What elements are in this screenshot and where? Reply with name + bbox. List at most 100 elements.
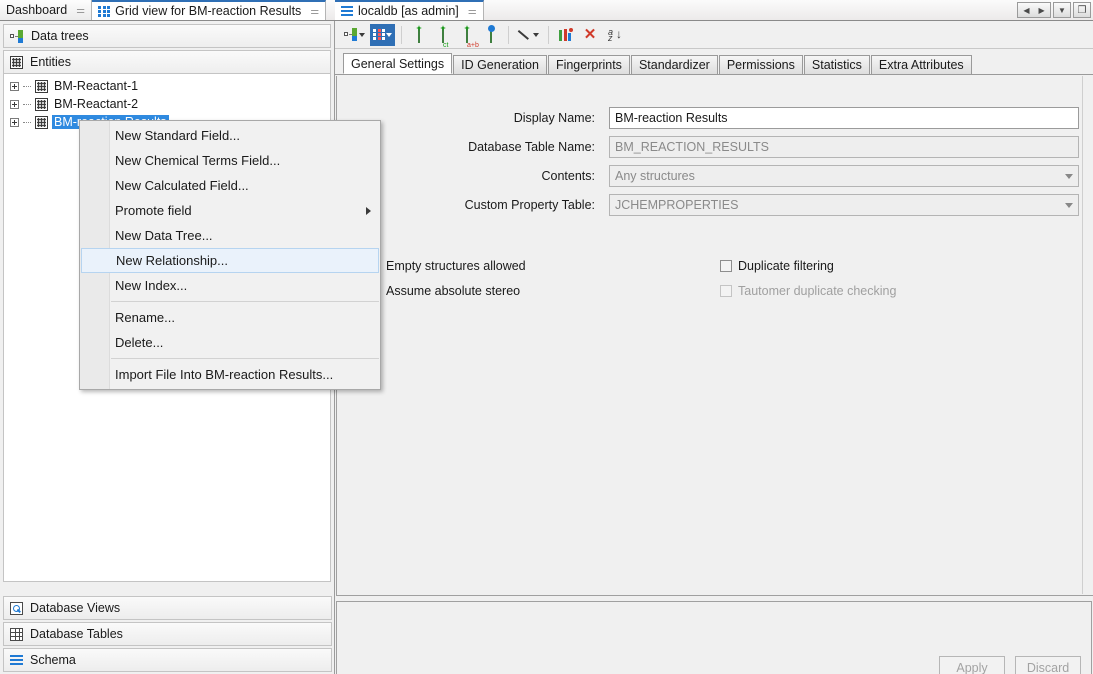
section-label: Entities	[30, 55, 71, 69]
schema-lines-icon	[10, 655, 23, 665]
chevron-down-icon	[386, 33, 392, 37]
tree-item-bm-reactant-1[interactable]: BM-Reactant-1	[4, 77, 330, 95]
data-tree-icon	[10, 30, 24, 43]
scroll-left-arrow-icon[interactable]: ◀	[1023, 6, 1029, 15]
window-tab-dashboard[interactable]: Dashboard ⚌	[0, 0, 92, 20]
section-header-entities[interactable]: Entities	[3, 50, 331, 74]
menu-item-new-index[interactable]: New Index...	[80, 273, 380, 298]
field-label-display-name: Display Name:	[514, 111, 595, 125]
table-icon	[35, 116, 48, 129]
button-database-tables[interactable]: Database Tables	[3, 622, 332, 646]
tree-item-label: BM-Reactant-2	[52, 97, 140, 111]
close-icon[interactable]: ⚌	[468, 6, 476, 17]
tree-item-bm-reactant-2[interactable]: BM-Reactant-2	[4, 95, 330, 113]
relationship-arrow-dropdown-button[interactable]	[515, 24, 542, 46]
tab-permissions[interactable]: Permissions	[719, 55, 803, 74]
checkbox-box	[720, 285, 732, 297]
menu-item-label: New Calculated Field...	[115, 178, 249, 193]
delete-button[interactable]: ✕	[579, 24, 601, 46]
menu-item-label: New Index...	[115, 278, 187, 293]
table-dot-icon	[490, 28, 492, 42]
expand-icon[interactable]	[10, 118, 19, 127]
expand-icon[interactable]	[10, 100, 19, 109]
menu-item-promote-field[interactable]: Promote field	[80, 198, 380, 223]
maximize-restore-button[interactable]: ❐	[1073, 2, 1091, 18]
display-name-input[interactable]	[609, 107, 1079, 129]
chevron-down-icon	[1065, 174, 1073, 179]
new-chemical-terms-field-button[interactable]: ct	[432, 24, 454, 46]
close-icon[interactable]: ⚌	[76, 5, 84, 16]
toolbar-separator	[548, 26, 549, 44]
checkbox-box[interactable]	[720, 260, 732, 272]
tree-connector	[23, 86, 31, 87]
checkbox-empty-structures-allowed[interactable]: Empty structures allowed	[368, 259, 526, 273]
restore-window-icon: ❐	[1078, 5, 1087, 16]
left-window-tabstrip: Dashboard ⚌ Grid view for BM-reaction Re…	[0, 0, 335, 21]
expand-icon[interactable]	[10, 82, 19, 91]
tab-label: Statistics	[812, 58, 862, 72]
menu-item-delete[interactable]: Delete...	[80, 330, 380, 355]
menu-item-label: Import File Into BM-reaction Results...	[115, 367, 333, 382]
tab-list-dropdown-button[interactable]: ▼	[1053, 2, 1071, 18]
checkbox-label: Tautomer duplicate checking	[738, 284, 896, 298]
tab-standardizer[interactable]: Standardizer	[631, 55, 718, 74]
button-database-views[interactable]: Database Views	[3, 596, 332, 620]
menu-item-label: New Relationship...	[116, 253, 228, 268]
close-icon[interactable]: ⚌	[310, 6, 318, 17]
new-table-button[interactable]	[408, 24, 430, 46]
statistics-button[interactable]	[555, 24, 577, 46]
menu-item-new-calculated-field[interactable]: New Calculated Field...	[80, 173, 380, 198]
window-tab-label: Dashboard	[6, 4, 67, 17]
menu-item-new-standard-field[interactable]: New Standard Field...	[80, 123, 380, 148]
field-label-contents: Contents:	[541, 169, 595, 183]
menu-item-import-file[interactable]: Import File Into BM-reaction Results...	[80, 362, 380, 387]
checkbox-label: Empty structures allowed	[386, 259, 526, 273]
right-window-tabstrip: localdb [as admin] ⚌ ◀ ▶ ▼ ❐	[335, 0, 1093, 21]
button-label: Database Views	[30, 601, 120, 615]
tab-label: Fingerprints	[556, 58, 622, 72]
apply-button[interactable]: Apply	[939, 656, 1005, 674]
menu-item-new-chemical-terms-field[interactable]: New Chemical Terms Field...	[80, 148, 380, 173]
apply-button-label: Apply	[956, 661, 987, 674]
entity-context-menu[interactable]: New Standard Field... New Chemical Terms…	[79, 120, 381, 390]
tab-fingerprints[interactable]: Fingerprints	[548, 55, 630, 74]
tab-general-settings[interactable]: General Settings	[343, 53, 452, 74]
section-header-data-trees[interactable]: Data trees	[3, 24, 331, 48]
checkbox-duplicate-filtering[interactable]: Duplicate filtering	[720, 259, 834, 273]
checkbox-tautomer-duplicate-checking: Tautomer duplicate checking	[720, 284, 896, 298]
menu-item-new-data-tree[interactable]: New Data Tree...	[80, 223, 380, 248]
grid-icon	[98, 6, 110, 17]
table-plus-icon	[418, 28, 420, 42]
window-tab-grid-view[interactable]: Grid view for BM-reaction Results ⚌	[92, 0, 326, 20]
tab-statistics[interactable]: Statistics	[804, 55, 870, 74]
tab-id-generation[interactable]: ID Generation	[453, 55, 547, 74]
tab-scroll-buttons[interactable]: ◀ ▶	[1017, 2, 1051, 18]
new-calculated-field-button[interactable]: a+b	[456, 24, 478, 46]
menu-separator	[111, 358, 379, 359]
tab-extra-attributes[interactable]: Extra Attributes	[871, 55, 972, 74]
data-tree-dropdown-button[interactable]	[341, 24, 368, 46]
schema-lines-icon	[341, 6, 353, 16]
red-x-icon: ✕	[584, 28, 597, 42]
checkbox-label: Duplicate filtering	[738, 259, 834, 273]
checkbox-assume-absolute-stereo[interactable]: Assume absolute stereo	[368, 284, 520, 298]
general-settings-tabrow: General Settings ID Generation Fingerpri…	[335, 54, 1093, 75]
database-table-icon	[10, 628, 23, 641]
action-button-row: Apply Discard	[939, 656, 1081, 674]
button-schema[interactable]: Schema	[3, 648, 332, 672]
menu-item-rename[interactable]: Rename...	[80, 305, 380, 330]
form-vertical-scrollbar[interactable]	[1082, 76, 1093, 594]
custom-property-table-select-value: JCHEMPROPERTIES	[615, 198, 738, 212]
scroll-right-arrow-icon[interactable]: ▶	[1039, 6, 1045, 15]
grid-view-dropdown-button[interactable]	[370, 24, 395, 46]
discard-button[interactable]: Discard	[1015, 656, 1081, 674]
contents-select[interactable]: Any structures	[609, 165, 1079, 187]
custom-property-table-select[interactable]: JCHEMPROPERTIES	[609, 194, 1079, 216]
menu-item-new-relationship[interactable]: New Relationship...	[81, 248, 379, 273]
window-tab-localdb[interactable]: localdb [as admin] ⚌	[335, 0, 484, 20]
tree-item-label: BM-Reactant-1	[52, 79, 140, 93]
window-tab-label: Grid view for BM-reaction Results	[115, 5, 301, 18]
new-relationship-button[interactable]	[480, 24, 502, 46]
sort-button[interactable]: a z ↓	[603, 24, 625, 46]
menu-item-label: Promote field	[115, 203, 192, 218]
